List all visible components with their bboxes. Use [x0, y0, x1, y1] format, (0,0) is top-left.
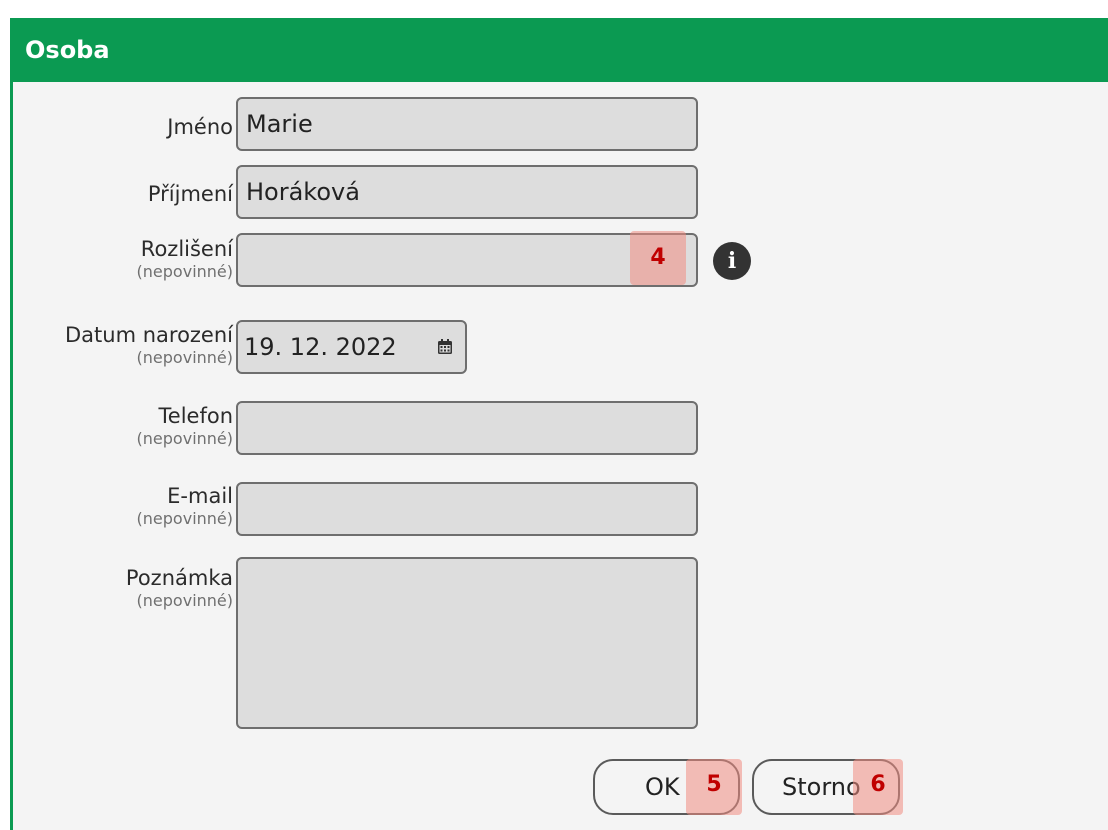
datum-input[interactable]: 19. 12. 2022 [236, 320, 467, 374]
rozliseni-label-text: Rozlišení [140, 237, 233, 261]
rozliseni-input[interactable] [236, 233, 698, 287]
info-icon[interactable]: i [713, 242, 751, 280]
telefon-label: Telefon (nepovinné) [137, 403, 233, 449]
rozliseni-optional: (nepovinné) [136, 262, 233, 281]
ok-button-label: OK [645, 773, 680, 801]
calendar-icon[interactable] [437, 339, 453, 355]
annotation-badge-4: 4 [630, 231, 686, 285]
jmeno-input[interactable]: Marie [236, 97, 698, 151]
datum-label: Datum narození (nepovinné) [65, 322, 233, 368]
prijmeni-label-text: Příjmení [147, 182, 233, 206]
annotation-badge-5: 5 [686, 759, 742, 815]
datum-value: 19. 12. 2022 [244, 333, 397, 361]
email-label-text: E-mail [167, 484, 233, 508]
rozliseni-label: Rozlišení (nepovinné) [137, 236, 233, 282]
person-dialog: Osoba Jméno Marie Příjmení Horáková Rozl… [10, 18, 1108, 830]
poznamka-textarea[interactable] [236, 557, 698, 729]
email-input[interactable] [236, 482, 698, 536]
datum-label-text: Datum narození [65, 323, 233, 347]
poznamka-optional: (nepovinné) [136, 591, 233, 610]
annotation-badge-6: 6 [853, 759, 903, 815]
telefon-input[interactable] [236, 401, 698, 455]
dialog-titlebar: Osoba [13, 18, 1108, 82]
poznamka-label-text: Poznámka [125, 566, 233, 590]
prijmeni-input[interactable]: Horáková [236, 165, 698, 219]
storno-button-label: Storno [782, 773, 861, 801]
telefon-label-text: Telefon [158, 404, 233, 428]
dialog-title: Osoba [25, 36, 110, 64]
jmeno-label: Jméno [167, 114, 233, 140]
jmeno-label-text: Jméno [167, 115, 233, 139]
telefon-optional: (nepovinné) [136, 429, 233, 448]
prijmeni-label: Příjmení [148, 181, 233, 207]
poznamka-label: Poznámka (nepovinné) [126, 565, 233, 611]
email-optional: (nepovinné) [136, 509, 233, 528]
email-label: E-mail (nepovinné) [137, 483, 233, 529]
datum-optional: (nepovinné) [136, 348, 233, 367]
